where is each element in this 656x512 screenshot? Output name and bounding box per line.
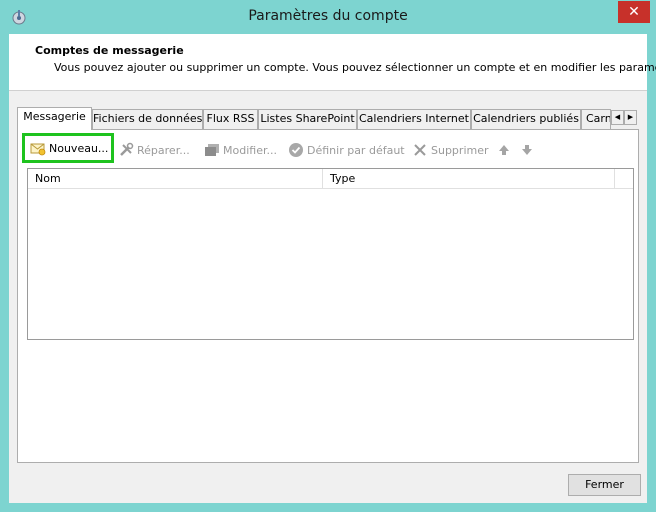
close-icon: ✕ <box>628 4 640 20</box>
check-circle-icon <box>288 142 304 158</box>
window-title: Paramètres du compte <box>248 8 408 24</box>
modify-card-icon <box>204 142 220 158</box>
tab-fichiers-de-donnees[interactable]: Fichiers de données <box>92 109 203 129</box>
move-up-button[interactable] <box>496 138 512 162</box>
move-down-button[interactable] <box>519 138 535 162</box>
delete-x-icon <box>412 142 428 158</box>
set-default-label: Définir par défaut <box>307 143 405 157</box>
modify-label: Modifier... <box>223 143 277 157</box>
column-header-type[interactable]: Type <box>323 169 615 189</box>
repair-label: Réparer... <box>137 143 190 157</box>
repair-button[interactable]: Réparer... <box>118 138 190 162</box>
delete-label: Supprimer <box>431 143 489 157</box>
accounts-list-header: Nom Type <box>28 169 633 189</box>
tab-calendriers-publies[interactable]: Calendriers publiés <box>471 109 581 129</box>
arrow-up-icon <box>496 142 512 158</box>
account-toolbar: Nouveau... Réparer... Modifier... Défini… <box>22 133 632 163</box>
section-description: Vous pouvez ajouter ou supprimer un comp… <box>54 61 656 74</box>
new-account-label: Nouveau... <box>49 141 109 155</box>
arrow-down-icon <box>519 142 535 158</box>
delete-button[interactable]: Supprimer <box>412 138 489 162</box>
tab-listes-sharepoint[interactable]: Listes SharePoint <box>258 109 357 129</box>
modify-button[interactable]: Modifier... <box>204 138 277 162</box>
new-account-button[interactable]: Nouveau... <box>22 133 114 163</box>
close-dialog-button[interactable]: Fermer <box>568 474 641 496</box>
dialog-body: Comptes de messagerie Vous pouvez ajoute… <box>9 34 656 503</box>
section-title: Comptes de messagerie <box>35 44 184 57</box>
title-bar[interactable]: Paramètres du compte ✕ <box>0 0 656 34</box>
messagerie-tab-panel: Nouveau... Réparer... Modifier... Défini… <box>17 129 639 463</box>
column-header-filler <box>615 169 633 189</box>
header-panel: Comptes de messagerie Vous pouvez ajoute… <box>9 34 656 91</box>
set-default-button[interactable]: Définir par défaut <box>288 138 405 162</box>
column-header-nom[interactable]: Nom <box>28 169 323 189</box>
new-mail-account-icon <box>30 140 46 156</box>
tab-messagerie[interactable]: Messagerie <box>17 107 92 130</box>
close-window-button[interactable]: ✕ <box>618 1 650 23</box>
tab-scroll-left-icon[interactable]: ◀ <box>611 110 624 125</box>
tab-strip: Messagerie Fichiers de données Flux RSS … <box>17 107 639 130</box>
account-settings-window: Paramètres du compte ✕ Comptes de messag… <box>0 0 656 512</box>
tab-scroll-right-icon[interactable]: ▶ <box>624 110 637 125</box>
tab-calendriers-internet[interactable]: Calendriers Internet <box>357 109 471 129</box>
accounts-list[interactable]: Nom Type <box>27 168 634 340</box>
tab-flux-rss[interactable]: Flux RSS <box>203 109 258 129</box>
tab-carnets[interactable]: Carn <box>581 109 611 129</box>
repair-tools-icon <box>118 142 134 158</box>
